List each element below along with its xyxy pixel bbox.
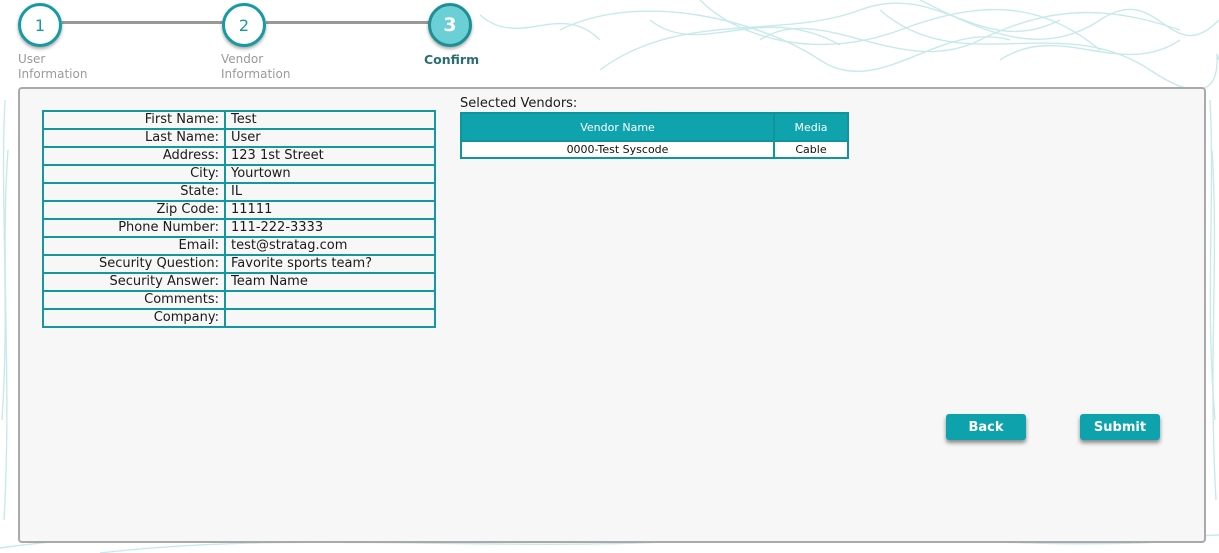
company-value [224, 308, 436, 328]
table-row: Last Name: User [42, 128, 436, 148]
media-header[interactable]: Media [773, 112, 849, 142]
table-row: 0000-Test Syscode Cable [460, 141, 849, 159]
first-name-label: First Name: [42, 110, 226, 130]
table-row: Security Answer: Team Name [42, 272, 436, 292]
vendors-table: Vendor Name Media 0000-Test Syscode Cabl… [460, 112, 849, 159]
security-answer-value: Team Name [224, 272, 436, 292]
user-info-table: First Name: Test Last Name: User Address… [42, 110, 436, 328]
vendor-name-header[interactable]: Vendor Name [460, 112, 775, 142]
step-3-number: 3 [443, 14, 457, 36]
zip-code-value: 11111 [224, 200, 436, 220]
table-row: Email: test@stratag.com [42, 236, 436, 256]
security-question-label: Security Question: [42, 254, 226, 274]
step-3-label: Confirm [424, 52, 479, 67]
step-1-number: 1 [34, 15, 46, 35]
vendor-media-cell: Cable [773, 141, 849, 159]
selected-vendors-title: Selected Vendors: [460, 96, 578, 111]
vendor-name-cell: 0000-Test Syscode [460, 141, 775, 159]
confirm-panel: First Name: Test Last Name: User Address… [18, 87, 1206, 543]
step-1-label-line2: Information [18, 67, 88, 81]
security-question-value: Favorite sports team? [224, 254, 436, 274]
table-row: State: IL [42, 182, 436, 202]
email-value: test@stratag.com [224, 236, 436, 256]
back-button[interactable]: Back [946, 414, 1026, 440]
table-row: Security Question: Favorite sports team? [42, 254, 436, 274]
phone-number-value: 111-222-3333 [224, 218, 436, 238]
last-name-label: Last Name: [42, 128, 226, 148]
state-label: State: [42, 182, 226, 202]
step-connector-2-3 [266, 21, 430, 24]
zip-code-label: Zip Code: [42, 200, 226, 220]
step-connector-1-2 [62, 21, 226, 24]
table-row: Company: [42, 308, 436, 328]
vendors-header-row: Vendor Name Media [460, 112, 849, 142]
email-label: Email: [42, 236, 226, 256]
phone-number-label: Phone Number: [42, 218, 226, 238]
step-2-label-line2: Information [221, 67, 291, 81]
table-row: Address: 123 1st Street [42, 146, 436, 166]
table-row: City: Yourtown [42, 164, 436, 184]
city-value: Yourtown [224, 164, 436, 184]
table-row: Zip Code: 11111 [42, 200, 436, 220]
step-3-circle: 3 [428, 3, 472, 47]
company-label: Company: [42, 308, 226, 328]
first-name-value: Test [224, 110, 436, 130]
step-1-circle[interactable]: 1 [18, 3, 62, 47]
step-1-label-line1: User [18, 52, 46, 66]
security-answer-label: Security Answer: [42, 272, 226, 292]
step-1-label: User Information [18, 52, 87, 82]
step-2-circle[interactable]: 2 [222, 3, 266, 47]
comments-label: Comments: [42, 290, 226, 310]
address-value: 123 1st Street [224, 146, 436, 166]
last-name-value: User [224, 128, 436, 148]
step-3-label-line1: Confirm [424, 52, 480, 67]
step-2-label: Vendor Information [221, 52, 290, 82]
city-label: City: [42, 164, 226, 184]
table-row: Phone Number: 111-222-3333 [42, 218, 436, 238]
step-2-label-line1: Vendor [221, 52, 264, 66]
table-row: Comments: [42, 290, 436, 310]
step-2-number: 2 [238, 15, 250, 35]
state-value: IL [224, 182, 436, 202]
table-row: First Name: Test [42, 110, 436, 130]
address-label: Address: [42, 146, 226, 166]
comments-value [224, 290, 436, 310]
submit-button[interactable]: Submit [1080, 414, 1160, 440]
